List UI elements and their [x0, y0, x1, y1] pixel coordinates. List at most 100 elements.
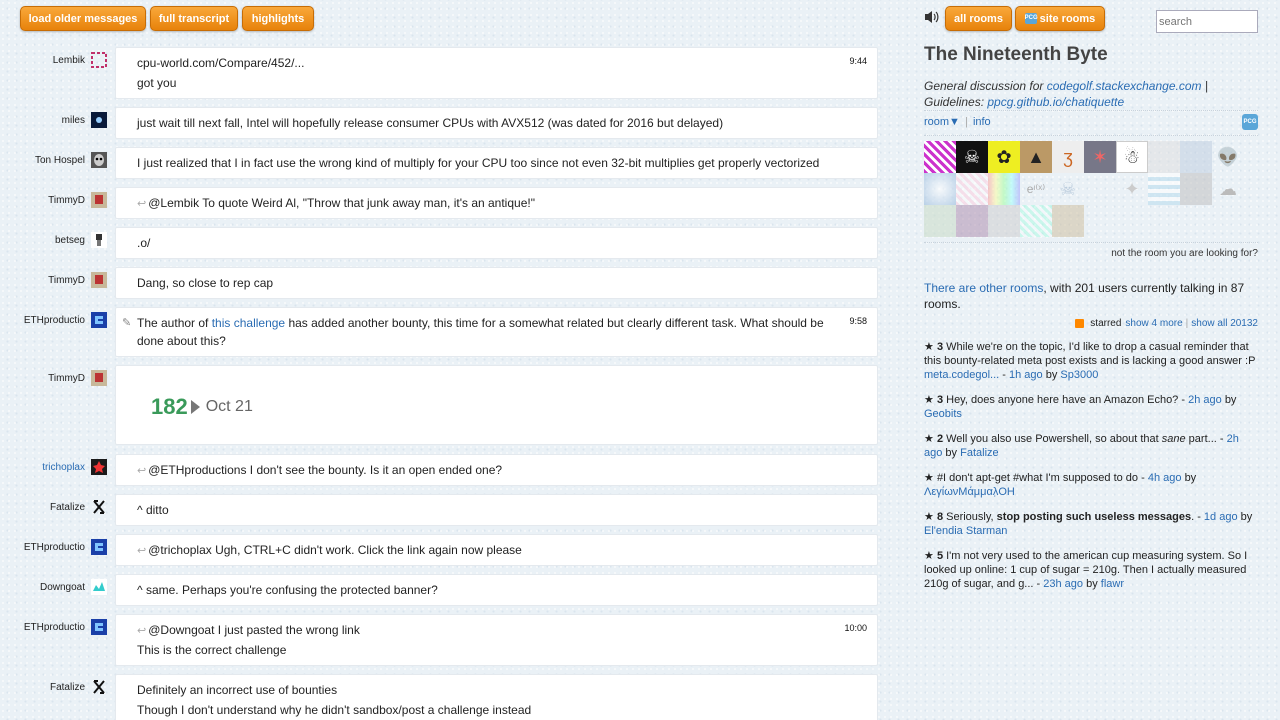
avatar[interactable]: [91, 52, 107, 68]
all-rooms-button[interactable]: all rooms: [945, 6, 1012, 31]
load-older-messages-button[interactable]: load older messages: [20, 6, 146, 31]
site-rooms-button[interactable]: PCG site rooms: [1015, 6, 1105, 31]
star-icon[interactable]: ★: [924, 472, 934, 484]
user-avatar[interactable]: [924, 173, 956, 205]
star-user[interactable]: El'endia Starman: [924, 525, 1007, 537]
edit-icon[interactable]: ✎: [122, 316, 131, 329]
rss-icon[interactable]: [1075, 319, 1085, 328]
star-time[interactable]: 4h ago: [1148, 472, 1182, 484]
username[interactable]: trichoplax: [42, 462, 85, 473]
user-avatar[interactable]: [1148, 173, 1180, 205]
avatar[interactable]: [91, 539, 107, 555]
star-time[interactable]: 1d ago: [1204, 511, 1238, 523]
star-time[interactable]: 2h: [1227, 433, 1239, 445]
reply-icon[interactable]: ↩: [137, 198, 146, 210]
username[interactable]: miles: [62, 115, 85, 126]
star-icon[interactable]: ★: [924, 394, 934, 406]
show-more-link[interactable]: show 4 more: [1125, 318, 1182, 329]
username[interactable]: Ton Hospel: [35, 155, 85, 166]
user-avatar[interactable]: [1148, 141, 1180, 173]
timestamp[interactable]: 9:44: [849, 56, 867, 66]
message-link[interactable]: cpu-world.com/Compare/452/...: [137, 56, 304, 70]
challenge-link[interactable]: this challenge: [212, 316, 285, 330]
star-time[interactable]: 23h ago: [1043, 578, 1083, 590]
info-link[interactable]: info: [973, 116, 991, 128]
username[interactable]: TimmyD: [48, 195, 85, 206]
user-avatar[interactable]: [988, 205, 1020, 237]
star-time[interactable]: 2h ago: [1188, 394, 1222, 406]
username[interactable]: ETHproductio: [24, 542, 85, 553]
reply-icon[interactable]: ↩: [137, 545, 146, 557]
star-user[interactable]: Fatalize: [960, 447, 999, 459]
user-avatar[interactable]: ☠: [1052, 173, 1084, 205]
avatar[interactable]: [91, 312, 107, 328]
user-avatar[interactable]: ✦: [1116, 173, 1148, 205]
room-menu-link[interactable]: room▼: [924, 116, 960, 128]
star-link[interactable]: meta.codegol...: [924, 369, 999, 381]
user-avatar[interactable]: eᶦ⁽ˣ⁾: [1020, 173, 1052, 205]
avatar[interactable]: [91, 579, 107, 595]
user-avatar[interactable]: ▲: [1020, 141, 1052, 173]
star-time[interactable]: 1h ago: [1009, 369, 1043, 381]
pcg-badge-icon[interactable]: PCG: [1242, 114, 1258, 130]
avatar[interactable]: [91, 112, 107, 128]
avatar[interactable]: [91, 232, 107, 248]
user-avatar[interactable]: ʒ: [1052, 141, 1084, 173]
user-avatar[interactable]: ✿: [988, 141, 1020, 173]
site-link[interactable]: codegolf.stackexchange.com: [1047, 79, 1202, 93]
user-avatar[interactable]: [1052, 205, 1084, 237]
guidelines-link[interactable]: ppcg.github.io/chatiquette: [987, 95, 1124, 109]
star-user[interactable]: flawr: [1101, 578, 1124, 590]
star-user[interactable]: ΛεγίωνΜάμμαλ̣ΟΗ: [924, 486, 1015, 498]
user-avatar[interactable]: [956, 205, 988, 237]
timestamp[interactable]: 9:58: [849, 316, 867, 326]
username[interactable]: TimmyD: [48, 373, 85, 384]
avatar[interactable]: [91, 499, 107, 515]
user-avatar[interactable]: ☁: [1212, 173, 1244, 205]
correct-challenge-link[interactable]: This is the correct challenge: [137, 643, 286, 657]
username[interactable]: TimmyD: [48, 275, 85, 286]
user-avatar[interactable]: [1180, 141, 1212, 173]
star-icon[interactable]: ★: [924, 511, 934, 523]
star-icon[interactable]: ★: [924, 433, 934, 445]
avatar[interactable]: [91, 679, 107, 695]
user-avatar[interactable]: [988, 173, 1020, 205]
full-transcript-button[interactable]: full transcript: [150, 6, 238, 31]
timestamp[interactable]: 10:00: [844, 623, 867, 633]
avatar[interactable]: [91, 192, 107, 208]
avatar[interactable]: [91, 459, 107, 475]
show-all-link[interactable]: show all 20132: [1191, 318, 1258, 329]
user-avatar[interactable]: ✶: [1084, 141, 1116, 173]
search-input[interactable]: [1156, 10, 1258, 33]
username[interactable]: Fatalize: [50, 682, 85, 693]
avatar[interactable]: [91, 619, 107, 635]
user-avatar[interactable]: [924, 205, 956, 237]
user-avatar[interactable]: ☃: [1116, 141, 1148, 173]
star-icon[interactable]: ★: [924, 550, 934, 562]
reply-icon[interactable]: ↩: [137, 465, 146, 477]
speaker-icon[interactable]: [924, 9, 940, 25]
user-avatar[interactable]: [924, 141, 956, 173]
star-user[interactable]: Sp3000: [1060, 369, 1098, 381]
user-avatar[interactable]: [956, 173, 988, 205]
user-avatar[interactable]: [1020, 205, 1052, 237]
avatar[interactable]: [91, 152, 107, 168]
avatar[interactable]: [91, 370, 107, 386]
avatar[interactable]: [91, 272, 107, 288]
highlights-button[interactable]: highlights: [242, 6, 314, 31]
rep-onebox[interactable]: 182 Oct 21: [151, 394, 253, 420]
reply-icon[interactable]: ↩: [137, 625, 146, 637]
star-time-cont[interactable]: ago: [924, 447, 942, 459]
username[interactable]: ETHproductio: [24, 622, 85, 633]
star-user[interactable]: Geobits: [924, 408, 962, 420]
username[interactable]: Downgoat: [40, 582, 85, 593]
other-rooms-link[interactable]: There are other rooms: [924, 281, 1043, 295]
user-avatar[interactable]: [1180, 173, 1212, 205]
username[interactable]: betseg: [55, 235, 85, 246]
star-icon[interactable]: ★: [924, 341, 934, 353]
username[interactable]: Lembik: [53, 55, 85, 66]
user-avatar[interactable]: ☠: [956, 141, 988, 173]
username[interactable]: ETHproductio: [24, 315, 85, 326]
username[interactable]: Fatalize: [50, 502, 85, 513]
user-avatar[interactable]: 👽: [1212, 141, 1244, 173]
